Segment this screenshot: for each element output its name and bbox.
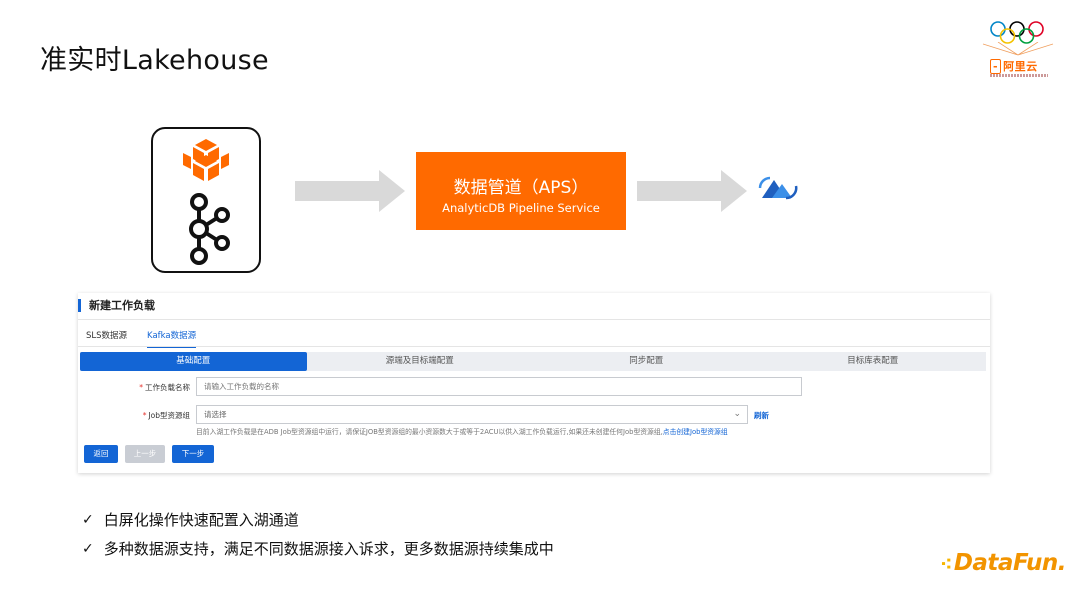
divider bbox=[78, 319, 990, 320]
step-bar: 基础配置 源端及目标端配置 同步配置 目标库表配置 bbox=[80, 352, 986, 371]
sls-cube-icon bbox=[183, 139, 229, 181]
required-mark: * bbox=[139, 383, 143, 392]
divider bbox=[78, 346, 990, 347]
back-button[interactable]: 返回 bbox=[84, 445, 118, 463]
pipeline-box: 数据管道（APS） AnalyticDB Pipeline Service bbox=[416, 152, 626, 230]
alibaba-cloud-logo-text: - 阿里云 bbox=[990, 58, 1038, 74]
bullet-list: ✓ 白屏化操作快速配置入湖通道 ✓ 多种数据源支持，满足不同数据源接入诉求，更多… bbox=[82, 509, 554, 567]
workload-name-input[interactable] bbox=[196, 377, 802, 396]
create-resource-group-link[interactable]: 点击创建Job型资源组 bbox=[663, 428, 728, 436]
dots-icon: ⁖ bbox=[940, 554, 952, 575]
new-workload-form: 新建工作负载 SLS数据源 Kafka数据源 基础配置 源端及目标端配置 同步配… bbox=[78, 293, 990, 473]
workload-name-label: * 工作负载名称 bbox=[139, 383, 190, 392]
refresh-link[interactable]: 刷新 bbox=[754, 410, 769, 421]
step-basic-config[interactable]: 基础配置 bbox=[80, 352, 307, 371]
pipeline-subtitle: AnalyticDB Pipeline Service bbox=[442, 201, 600, 215]
logo-tagline bbox=[990, 74, 1048, 77]
pipeline-title: 数据管道（APS） bbox=[453, 178, 589, 198]
next-step-button[interactable]: 下一步 bbox=[172, 445, 214, 463]
resource-group-label: * Job型资源组 bbox=[142, 411, 190, 420]
check-icon: ✓ bbox=[82, 540, 94, 557]
resource-group-hint: 目前入湖工作负载是在ADB Job型资源组中运行，请保证JOB型资源组的最小资源… bbox=[196, 428, 728, 436]
list-item: ✓ 白屏化操作快速配置入湖通道 bbox=[82, 511, 299, 529]
lakehouse-mountain-icon bbox=[758, 176, 798, 200]
check-icon: ✓ bbox=[82, 511, 94, 528]
arrow-right-icon bbox=[295, 170, 405, 212]
step-sync-config[interactable]: 同步配置 bbox=[533, 352, 760, 371]
resource-group-select[interactable]: 请选择 ⌄ bbox=[196, 405, 748, 424]
kafka-icon bbox=[189, 193, 230, 265]
prev-step-button[interactable]: 上一步 bbox=[125, 445, 165, 463]
slide-title: 准实时Lakehouse bbox=[40, 45, 269, 76]
list-item: ✓ 多种数据源支持，满足不同数据源接入诉求，更多数据源持续集成中 bbox=[82, 540, 554, 558]
step-source-target-config[interactable]: 源端及目标端配置 bbox=[307, 352, 534, 371]
datafun-logo: ⁖DataFun. bbox=[940, 550, 1066, 576]
select-value: 请选择 bbox=[204, 410, 227, 419]
sunburst-icon bbox=[982, 42, 1054, 56]
form-title: 新建工作负载 bbox=[78, 299, 155, 312]
required-mark: * bbox=[142, 411, 147, 420]
alibaba-cloud-logo: - 阿里云 bbox=[978, 18, 1058, 84]
chevron-down-icon: ⌄ bbox=[733, 409, 741, 419]
arrow-right-icon bbox=[637, 170, 747, 212]
step-target-table-config[interactable]: 目标库表配置 bbox=[760, 352, 987, 371]
source-box bbox=[151, 127, 261, 273]
